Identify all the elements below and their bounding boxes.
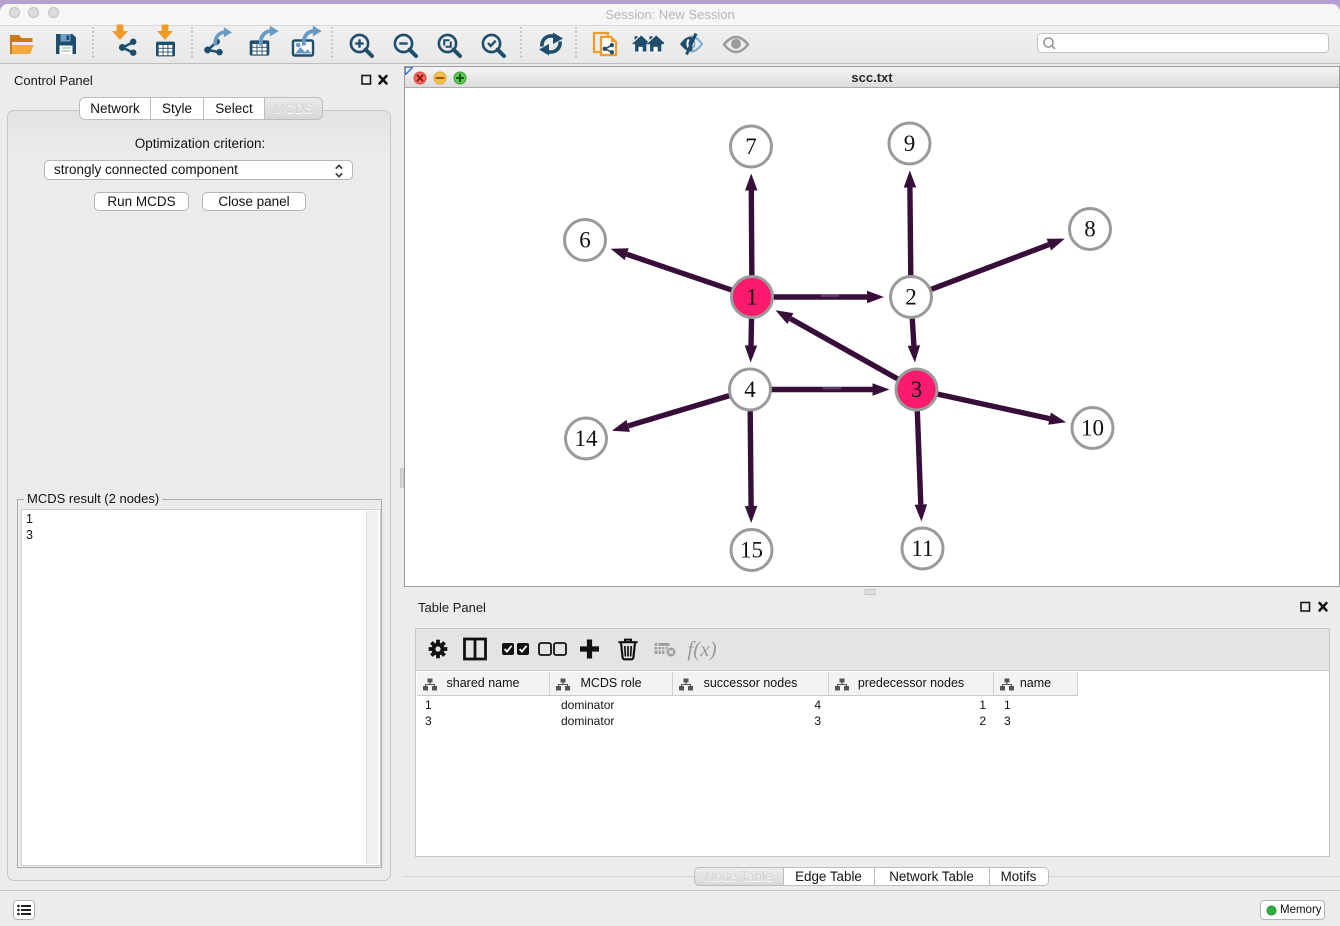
svg-text:15: 15: [740, 538, 763, 563]
svg-text:11: 11: [911, 536, 933, 561]
svg-text:8: 8: [1084, 217, 1096, 242]
svg-text:7: 7: [745, 134, 757, 159]
svg-text:6: 6: [579, 228, 591, 253]
svg-text:10: 10: [1081, 416, 1104, 441]
svg-text:14: 14: [575, 426, 599, 451]
svg-text:2: 2: [905, 285, 917, 310]
svg-text:3: 3: [911, 377, 923, 402]
svg-text:f(x): f(x): [687, 637, 716, 661]
svg-text:4: 4: [744, 377, 756, 402]
svg-text:1: 1: [746, 285, 758, 310]
svg-text:9: 9: [904, 131, 916, 156]
